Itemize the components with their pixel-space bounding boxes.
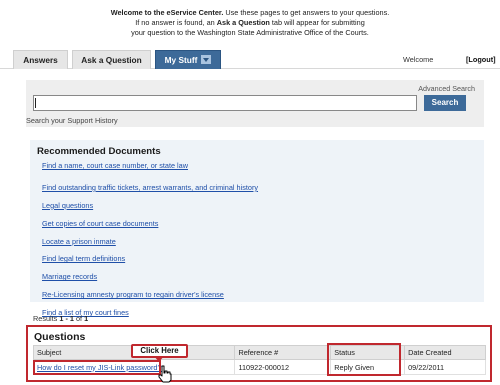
recommended-link[interactable]: Find legal term definitions	[42, 254, 125, 263]
recommended-list: Find a name, court case number, or state…	[42, 159, 258, 324]
results-total: 1	[84, 314, 89, 323]
reference-number: 110922-000012	[234, 359, 332, 375]
welcome-line3: your question to the Washington State Ad…	[131, 28, 369, 37]
results-of: of	[73, 314, 85, 323]
column-header-status[interactable]: Status	[330, 345, 406, 360]
main-nav: Answers Ask a Question My Stuff Welcome …	[0, 49, 500, 69]
date-created: 09/22/2011	[404, 359, 486, 375]
questions-title: Questions	[34, 331, 86, 343]
results-count: Results 1 - 1 of 1	[33, 314, 88, 323]
dropdown-arrow-icon[interactable]	[201, 55, 212, 65]
search-input[interactable]	[33, 95, 417, 111]
support-history-label: Search your Support History	[26, 116, 118, 125]
recommended-link[interactable]: Legal questions	[42, 201, 93, 210]
advanced-search-link[interactable]: Advanced Search	[418, 84, 475, 93]
welcome-line2: If no answer is found, an	[135, 18, 217, 27]
recommended-link[interactable]: Marriage records	[42, 272, 97, 281]
recommended-link[interactable]: Locate a prison inmate	[42, 237, 116, 246]
search-panel: Advanced Search Search Search your Suppo…	[26, 80, 484, 127]
column-header-date-created[interactable]: Date Created	[404, 345, 486, 360]
tab-my-stuff[interactable]: My Stuff	[155, 50, 221, 69]
welcome-message: Welcome to the eService Center. Use thes…	[70, 8, 430, 38]
tab-ask-a-question[interactable]: Ask a Question	[72, 50, 151, 69]
logout-link[interactable]: [Logout]	[466, 55, 496, 64]
welcome-title: Welcome to the eService Center.	[110, 8, 224, 17]
results-range: 1 - 1	[59, 314, 74, 323]
table-row: How do I reset my JIS-Link password? 110…	[32, 359, 486, 375]
text-caret	[35, 98, 36, 108]
table-header-row: Subject Reference # Status Date Created	[32, 345, 486, 360]
user-welcome: Welcome	[403, 55, 434, 64]
questions-section: Questions Subject Reference # Status Dat…	[26, 325, 492, 382]
question-status: Reply Given	[330, 359, 406, 375]
tab-ask-label: Ask a Question	[81, 55, 142, 65]
recommended-link[interactable]: Find outstanding traffic tickets, arrest…	[42, 183, 258, 192]
welcome-line2-end: tab will appear for submitting	[269, 18, 365, 27]
recommended-link[interactable]: Get copies of court case documents	[42, 219, 158, 228]
recommended-link[interactable]: Find a name, court case number, or state…	[42, 161, 188, 170]
callout-pointer	[154, 356, 164, 362]
hand-cursor-icon	[158, 365, 172, 383]
recommended-documents-panel: Recommended Documents Find a name, court…	[30, 140, 484, 317]
search-button[interactable]: Search	[424, 95, 466, 111]
results-prefix: Results	[33, 314, 60, 323]
tab-answers-label: Answers	[23, 55, 58, 65]
recommended-link[interactable]: Re-Licensing amnesty program to regain d…	[42, 290, 224, 299]
recommended-title: Recommended Documents	[37, 146, 161, 157]
welcome-line1: Use these pages to get answers to your q…	[223, 8, 390, 17]
questions-table: Subject Reference # Status Date Created …	[32, 345, 486, 375]
question-subject-link[interactable]: How do I reset my JIS-Link password?	[37, 363, 162, 372]
tab-answers[interactable]: Answers	[13, 50, 68, 69]
tab-my-stuff-label: My Stuff	[164, 55, 198, 65]
welcome-ask-emphasis: Ask a Question	[216, 18, 270, 27]
column-header-reference[interactable]: Reference #	[234, 345, 332, 360]
